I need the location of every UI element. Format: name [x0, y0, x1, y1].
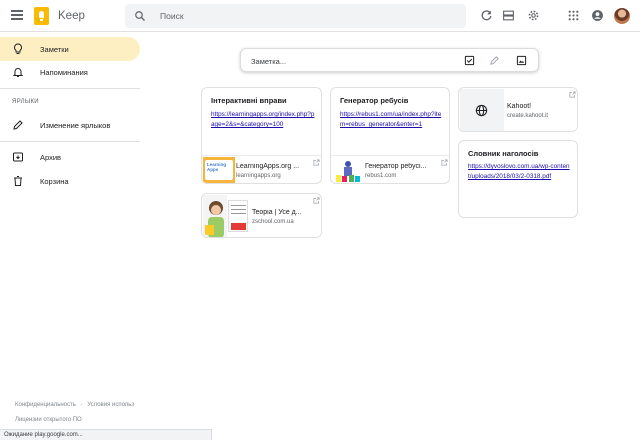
note-link[interactable]: https://dyvoslovo.com.ua/wp-content/uplo… — [468, 162, 572, 182]
top-bar: Keep — [0, 0, 640, 32]
preview-domain: zschool.com.ua — [252, 219, 294, 225]
take-note-input[interactable] — [251, 54, 451, 68]
preview-domain: learningapps.org — [236, 173, 281, 179]
preview-title: LearningApps.org ... — [236, 163, 300, 170]
bell-icon — [12, 68, 24, 77]
sidebar-divider — [0, 141, 140, 142]
trash-icon — [14, 176, 22, 186]
app-name[interactable]: Keep — [58, 10, 85, 22]
preview-title: Kahoot! — [507, 103, 532, 110]
browser-status-bar: Ожидание play.google.com... — [0, 429, 212, 440]
preview-title: Teopia | Усе д... — [252, 209, 302, 216]
search-bar[interactable] — [125, 4, 466, 28]
avatar[interactable] — [614, 8, 630, 24]
footer-separator: · — [80, 402, 83, 408]
checkbox-list-icon[interactable] — [464, 55, 475, 66]
privacy-link[interactable]: Конфиденциальность — [15, 402, 76, 408]
link-preview[interactable]: Генератор ребусі... rebus1.com — [331, 155, 449, 183]
keep-logo-icon[interactable] — [34, 7, 49, 25]
apps-grid-icon[interactable] — [567, 9, 580, 22]
archive-icon — [13, 152, 23, 162]
list-view-icon[interactable] — [502, 9, 515, 22]
sidebar-item-label: Архив — [40, 153, 62, 162]
sidebar-item-notes[interactable]: Заметки — [0, 37, 140, 61]
labels-section-title: ЯРЛЫКИ — [12, 99, 39, 105]
globe-icon — [475, 104, 488, 117]
search-icon[interactable] — [134, 10, 146, 22]
sidebar-item-label: Заметки — [40, 45, 69, 54]
open-link-icon[interactable] — [313, 197, 320, 204]
note-card[interactable]: Kahoot! create.kahoot.it — [458, 87, 578, 132]
search-input[interactable] — [160, 8, 450, 24]
preview-domain: create.kahoot.it — [507, 113, 549, 119]
girl-photo-image — [203, 195, 227, 237]
sidebar-item-label: Изменение ярлыков — [40, 121, 111, 130]
image-icon[interactable] — [516, 55, 527, 66]
keep-app: Keep Поиск Заметки Напоминания ЯРЛЫКИ Из… — [0, 0, 640, 440]
note-link[interactable]: https://rebus1.com/ua/index.php?item=reb… — [340, 110, 444, 130]
note-link[interactable]: https://learningapps.org/index.php?page=… — [211, 110, 315, 130]
licenses-link[interactable]: Лицензии открытого ПО — [15, 417, 82, 423]
sidebar-item-trash[interactable]: Корзина — [0, 169, 140, 193]
preview-thumbnail — [332, 157, 364, 183]
preview-thumbnail: Learning Apps — [203, 157, 235, 183]
take-note-bar[interactable] — [240, 48, 539, 72]
refresh-icon[interactable] — [480, 9, 493, 22]
menu-icon[interactable] — [11, 10, 23, 20]
note-title: Словник наголосів — [468, 149, 539, 158]
open-link-icon[interactable] — [569, 91, 576, 98]
sidebar-item-reminders[interactable]: Напоминания — [0, 60, 140, 84]
open-link-icon[interactable] — [441, 159, 448, 166]
sidebar: Заметки Напоминания ЯРЛЫКИ Изменение ярл… — [0, 33, 140, 440]
footer-links: Конфиденциальность · Условия использ — [15, 402, 137, 408]
note-card[interactable]: Teopia | Усе д... zschool.com.ua — [201, 193, 322, 238]
rebus-figure-image — [336, 161, 360, 182]
preview-thumbnail — [203, 195, 227, 237]
preview-domain: rebus1.com — [365, 173, 397, 179]
note-card[interactable]: Генератор ребусів https://rebus1.com/ua/… — [330, 87, 450, 184]
lightbulb-icon — [14, 43, 22, 54]
link-preview[interactable]: Teopia | Усе д... zschool.com.ua — [202, 194, 321, 237]
sidebar-item-archive[interactable]: Архив — [0, 145, 140, 169]
sidebar-item-label: Корзина — [40, 177, 69, 186]
note-card[interactable]: Словник наголосів https://dyvoslovo.com.… — [458, 140, 578, 218]
preview-title: Генератор ребусі... — [365, 163, 427, 170]
settings-icon[interactable] — [527, 9, 540, 22]
drawing-icon[interactable] — [489, 55, 500, 66]
terms-link[interactable]: Условия использ — [87, 402, 134, 408]
sidebar-item-label: Напоминания — [40, 68, 88, 77]
note-card[interactable]: Інтерактивні вправи https://learningapps… — [201, 87, 322, 184]
sidebar-divider — [0, 88, 140, 89]
open-link-icon[interactable] — [313, 159, 320, 166]
learningapps-logo: Learning Apps — [205, 160, 233, 180]
link-preview[interactable]: Kahoot! create.kahoot.it — [459, 88, 577, 131]
link-preview[interactable]: Learning Apps LearningApps.org ... learn… — [202, 155, 321, 183]
article-thumbnail — [228, 200, 248, 232]
note-title: Інтерактивні вправи — [211, 96, 287, 105]
note-title: Генератор ребусів — [340, 96, 409, 105]
sidebar-item-edit-labels[interactable]: Изменение ярлыков — [0, 113, 140, 137]
account-icon[interactable] — [591, 9, 604, 22]
preview-thumbnail — [460, 89, 504, 131]
pencil-icon — [13, 120, 23, 130]
